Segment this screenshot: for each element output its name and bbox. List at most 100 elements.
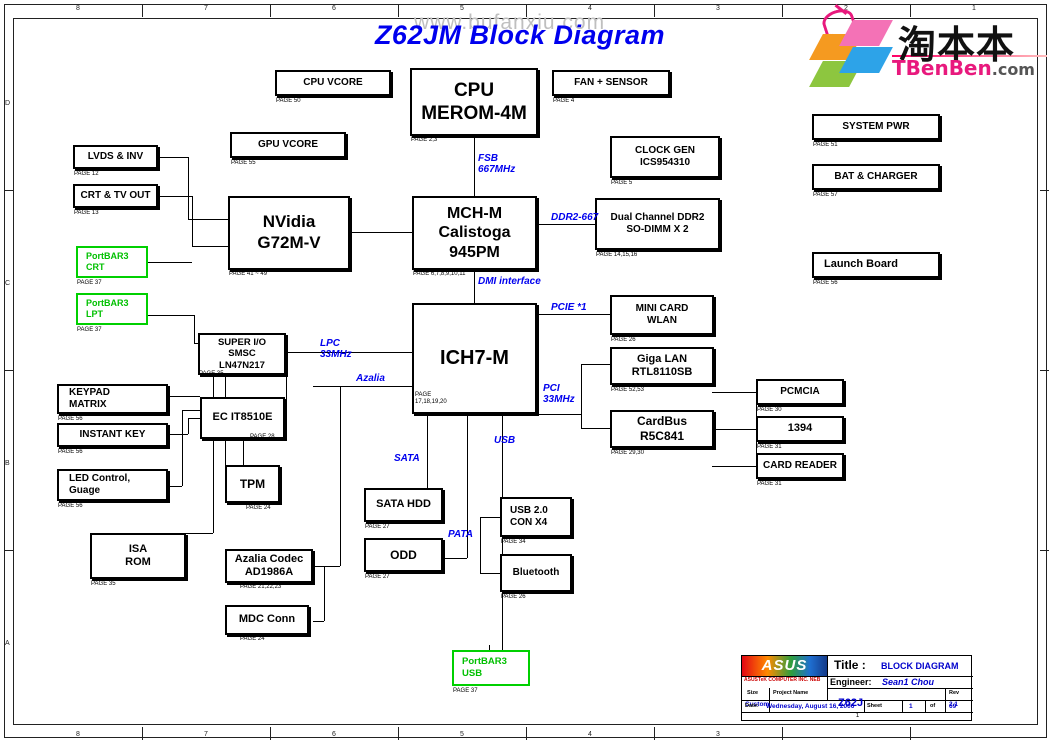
block-keypad[interactable]: KEYPAD MATRIX — [57, 384, 168, 414]
page-ref-azalia-codec: PAGE 21,22,23 — [240, 584, 282, 590]
wire-usb-con — [480, 517, 502, 518]
ruler-tick-left — [4, 190, 13, 191]
logo-english-text: TBenBen.com — [892, 56, 1035, 80]
page-ref-mini-card: PAGE 26 — [611, 337, 636, 343]
page-ref-launch-board: PAGE 56 — [813, 280, 838, 286]
block-portbar3-usb[interactable]: PortBAR3 USB — [452, 650, 530, 686]
block-cpu-vcore[interactable]: CPU VCORE — [275, 70, 391, 96]
page-ref-lvds-inv: PAGE 12 — [74, 171, 99, 177]
signal-sata: SATA — [394, 453, 420, 464]
block-super-io[interactable]: SUPER I/O SMSC LN47N217 — [198, 333, 286, 375]
page-ref-instant-key: PAGE 56 — [58, 449, 83, 455]
page-ref-system-pwr: PAGE 51 — [813, 142, 838, 148]
block-ec[interactable]: EC IT8510E — [200, 397, 285, 439]
block-isa-rom[interactable]: ISA ROM — [90, 533, 186, 579]
page-ref-1394: PAGE 31 — [757, 444, 782, 450]
page-ref-usb20: PAGE 34 — [501, 539, 526, 545]
page-ref-portbar3-usb: PAGE 37 — [453, 688, 478, 694]
signal-usb: USB — [494, 435, 516, 446]
block-portbar3-lpt[interactable]: PortBAR3 LPT — [76, 293, 148, 325]
block-system-pwr[interactable]: SYSTEM PWR — [812, 114, 940, 140]
block-instant-key[interactable]: INSTANT KEY — [57, 423, 168, 447]
size-label: Size — [747, 690, 759, 696]
block-pcmcia[interactable]: PCMCIA — [756, 379, 844, 405]
page-title: Z62JM Block Diagram — [374, 20, 666, 50]
ruler-label-col: 3 — [716, 5, 720, 12]
block-led-control[interactable]: LED Control, Guage — [57, 469, 168, 501]
schematic-sheet: 8 7 6 5 4 3 2 1 8 7 6 5 4 3 D C B A www.… — [0, 0, 1053, 744]
block-lvds-inv[interactable]: LVDS & INV — [73, 145, 158, 169]
of-label: of — [930, 703, 936, 709]
page-ref-cpu-vcore: PAGE 50 — [276, 98, 301, 104]
block-usb20[interactable]: USB 2.0 CON X4 — [500, 497, 572, 537]
wire-led-ec-v — [182, 410, 183, 486]
block-card-reader[interactable]: CARD READER — [756, 453, 844, 479]
block-portbar3-crt[interactable]: PortBAR3 CRT — [76, 246, 148, 278]
title-block: ASUS ASUSTeK COMPUTER INC. NEB Title : B… — [741, 655, 973, 721]
block-giga-lan[interactable]: Giga LAN RTL8110SB — [610, 347, 714, 385]
wire-instantkey-ec-h2 — [188, 418, 200, 419]
signal-lpc: LPC 33MHz — [320, 338, 352, 360]
rev-label: Rev — [949, 690, 960, 696]
block-odd[interactable]: ODD — [364, 538, 443, 572]
wire-led-ec — [168, 486, 182, 487]
wire-azalia-codec — [313, 566, 340, 567]
wire-mdc-v — [324, 566, 325, 621]
page-ref-tpm: PAGE 24 — [246, 505, 271, 511]
block-gpu-vcore[interactable]: GPU VCORE — [230, 132, 346, 158]
block-mch[interactable]: MCH-M Calistoga 945PM — [412, 196, 537, 270]
page-ref-ddr2: PAGE 14,15,16 — [596, 252, 638, 258]
wire-sata-v — [427, 414, 428, 488]
wire-azalia-v — [340, 386, 341, 566]
signal-dmi: DMI interface — [478, 276, 541, 287]
ruler-tick-right — [1040, 190, 1049, 191]
page-ref-sata-hdd: PAGE 27 — [365, 524, 390, 530]
ruler-label-col-bottom: 4 — [588, 731, 592, 738]
wire-cardbus-pcmcia — [712, 392, 756, 393]
wire-mch-gpu — [350, 232, 412, 233]
block-mini-card[interactable]: MINI CARD WLAN — [610, 295, 714, 335]
block-bat-charger[interactable]: BAT & CHARGER — [812, 164, 940, 190]
project-label: Project Name — [773, 690, 809, 696]
ruler-tick-bottom — [654, 727, 655, 740]
ruler-tick-bottom — [142, 727, 143, 740]
wire-gpu-lvds-v — [188, 157, 189, 219]
wire-gpu-lvds-h — [158, 157, 188, 158]
block-sata-hdd[interactable]: SATA HDD — [364, 488, 443, 522]
date-value: Wednesday, August 16, 2006 — [766, 703, 855, 710]
ruler-tick-top — [782, 4, 783, 17]
block-clock-gen[interactable]: CLOCK GEN ICS954310 — [610, 136, 720, 178]
title-block-divider — [902, 700, 903, 712]
title-block-divider — [925, 700, 926, 712]
wire-gpu-crt-v — [192, 196, 193, 246]
block-1394[interactable]: 1394 — [756, 416, 844, 442]
ruler-label-row: B — [5, 460, 10, 467]
wire-cpu-mch — [474, 136, 475, 196]
block-mdc-conn[interactable]: MDC Conn — [225, 605, 309, 635]
block-azalia-codec[interactable]: Azalia Codec AD1986A — [225, 549, 313, 583]
sheet-label: Sheet — [867, 703, 882, 709]
block-cpu[interactable]: CPU MEROM-4M — [410, 68, 538, 136]
wire-gpu-crt-h2 — [192, 246, 228, 247]
block-fan-sensor[interactable]: FAN + SENSOR — [552, 70, 670, 96]
page-ref-giga-lan: PAGE 52,53 — [611, 387, 644, 393]
block-crt-tv-out[interactable]: CRT & TV OUT — [73, 184, 158, 208]
page-ref-cpu: PAGE 2,3 — [411, 137, 438, 143]
engineer-label: Engineer: — [830, 677, 872, 687]
wire-gpu-lvds-h2 — [188, 219, 228, 220]
block-nvidia-gpu[interactable]: NVidia G72M-V — [228, 196, 350, 270]
block-bluetooth[interactable]: Bluetooth — [500, 554, 572, 592]
sheet-number: 1 — [855, 713, 860, 719]
title-block-divider — [827, 656, 828, 700]
block-ddr2[interactable]: Dual Channel DDR2 SO-DIMM X 2 — [595, 198, 720, 250]
page-ref-crt-tv-out: PAGE 13 — [74, 210, 99, 216]
block-launch-board[interactable]: Launch Board — [812, 252, 940, 278]
block-tpm[interactable]: TPM — [225, 465, 280, 503]
wire-pci-v — [581, 364, 582, 428]
block-cardbus[interactable]: CardBus R5C841 — [610, 410, 714, 448]
ruler-tick-right — [1040, 370, 1049, 371]
signal-azalia: Azalia — [356, 373, 385, 384]
asus-company-line: ASUSTeK COMPUTER INC. NEB — [744, 677, 821, 683]
wire-pci-cardbus — [581, 428, 610, 429]
ruler-label-col: 7 — [204, 5, 208, 12]
